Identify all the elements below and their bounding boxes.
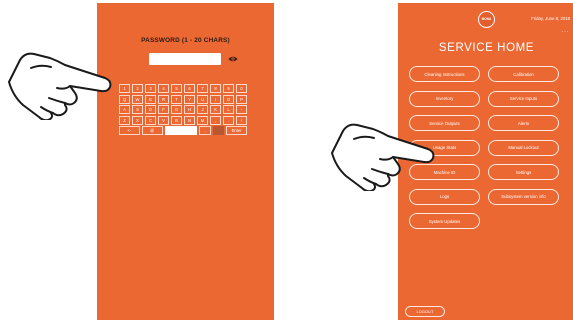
key[interactable]: . — [223, 115, 234, 125]
key[interactable]: U — [197, 94, 208, 104]
key[interactable]: B — [171, 115, 182, 125]
pointing-hand-icon — [8, 52, 112, 120]
service-inputs-button[interactable]: Service Inputs — [488, 90, 559, 107]
key[interactable]: N — [184, 115, 195, 125]
keyboard-row-qwerty: Q W E R T Y U I O P — [119, 94, 247, 104]
pointing-hand-icon — [331, 123, 435, 191]
space-key[interactable] — [164, 126, 198, 135]
cleaning-instructions-button[interactable]: Cleaning Instructions — [409, 66, 480, 82]
key[interactable]: P — [236, 94, 247, 104]
password-screen: PASSWORD (1 - 20 CHARS) 1 2 3 4 5 6 7 8 … — [97, 3, 274, 320]
calibration-button[interactable]: Calibration — [488, 66, 559, 82]
key[interactable]: 0 — [236, 84, 247, 93]
key[interactable]: 1 — [119, 84, 130, 93]
inventory-button[interactable]: Inventory — [409, 90, 480, 107]
system-updates-button[interactable]: System Updates — [409, 213, 480, 229]
key[interactable]: 2 — [132, 84, 143, 93]
key[interactable]: E — [145, 94, 156, 104]
key[interactable]: X — [132, 115, 143, 125]
logout-button[interactable]: LOGOUT — [405, 306, 445, 317]
logo-text: MONA — [481, 16, 492, 21]
key[interactable]: , — [210, 115, 221, 125]
key[interactable]: A — [119, 105, 130, 114]
key[interactable]: V — [158, 115, 169, 125]
key[interactable]: R — [158, 94, 169, 104]
keyboard-row-asdf: A S D F G H J K L - — [119, 105, 247, 114]
brand-logo: MONA — [478, 11, 495, 28]
key[interactable]: 5 — [171, 84, 182, 93]
keyboard-row-bottom: <- @ . Enter — [119, 126, 247, 135]
page-title: SERVICE HOME — [438, 42, 535, 54]
dot-key[interactable]: . — [199, 126, 211, 135]
more-icon[interactable]: ··· — [562, 29, 570, 35]
key[interactable]: / — [236, 115, 247, 125]
key[interactable]: Y — [184, 94, 195, 104]
key[interactable]: Z — [119, 115, 130, 125]
key[interactable]: Q — [119, 94, 130, 104]
key[interactable]: T — [171, 94, 182, 104]
key[interactable]: H — [184, 105, 195, 114]
settings-button[interactable]: Settings — [488, 164, 559, 180]
password-input[interactable] — [149, 53, 221, 65]
keyboard-row-zxcv: Z X C V B N M , . / — [119, 115, 247, 125]
at-key[interactable]: @ — [141, 126, 163, 135]
key[interactable]: S — [132, 105, 143, 114]
key[interactable]: M — [197, 115, 208, 125]
password-title: PASSWORD (1 - 20 CHARS) — [141, 37, 230, 44]
key[interactable]: L — [223, 105, 234, 114]
key[interactable]: F — [158, 105, 169, 114]
key[interactable]: 6 — [184, 84, 195, 93]
key[interactable]: O — [223, 94, 234, 104]
key[interactable]: 4 — [158, 84, 169, 93]
date-label: Friday, June 8, 2018 — [531, 16, 570, 21]
key[interactable]: 7 — [197, 84, 208, 93]
key[interactable]: G — [171, 105, 182, 114]
eye-icon[interactable] — [228, 55, 238, 63]
key[interactable]: J — [197, 105, 208, 114]
hidden-key[interactable] — [212, 126, 225, 135]
key[interactable]: - — [236, 105, 247, 114]
key[interactable]: K — [210, 105, 221, 114]
on-screen-keyboard: 1 2 3 4 5 6 7 8 9 0 Q W E R T Y U I O P … — [119, 84, 247, 137]
manual-lockout-button[interactable]: Manual Lockout — [488, 139, 559, 156]
key[interactable]: C — [145, 115, 156, 125]
key[interactable]: D — [145, 105, 156, 114]
key[interactable]: I — [210, 94, 221, 104]
enter-key[interactable]: Enter — [226, 126, 247, 135]
key[interactable]: 3 — [145, 84, 156, 93]
key[interactable]: W — [132, 94, 143, 104]
backspace-key[interactable]: <- — [119, 126, 140, 135]
subsystem-version-info-button[interactable]: Subsystem version info — [488, 188, 559, 205]
alerts-button[interactable]: Alerts — [488, 115, 559, 131]
key[interactable]: 9 — [223, 84, 234, 93]
key[interactable]: 8 — [210, 84, 221, 93]
keyboard-row-numbers: 1 2 3 4 5 6 7 8 9 0 — [119, 84, 247, 93]
